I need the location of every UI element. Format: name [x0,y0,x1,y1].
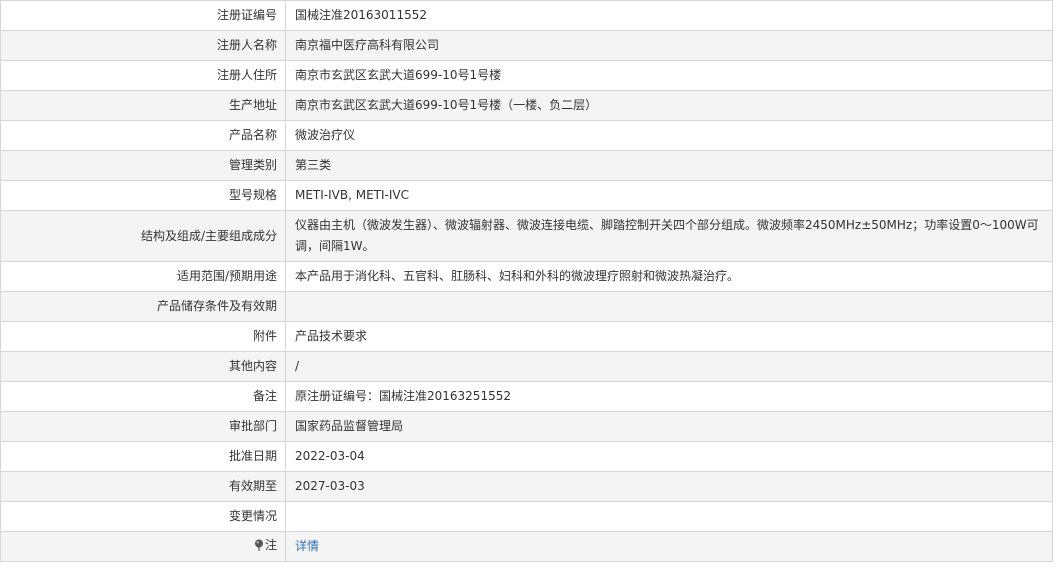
row-value: 南京市玄武区玄武大道699-10号1号楼 [285,60,1053,91]
table-row: 产品名称 微波治疗仪 [0,120,1053,151]
table-row: 注册证编号 国械注准20163011552 [0,0,1053,31]
registration-record-table: 注册证编号 国械注准20163011552 注册人名称 南京福中医疗高科有限公司… [0,0,1053,562]
pin-icon [254,539,263,552]
row-value: 产品技术要求 [285,321,1053,352]
row-label: 批准日期 [0,441,286,472]
row-label: 附件 [0,321,286,352]
row-label: 产品名称 [0,120,286,151]
table-row: 生产地址 南京市玄武区玄武大道699-10号1号楼（一楼、负二层） [0,90,1053,121]
table-row: 结构及组成/主要组成成分 仪器由主机（微波发生器）、微波辐射器、微波连接电缆、脚… [0,210,1053,262]
table-row: 注册人名称 南京福中医疗高科有限公司 [0,30,1053,61]
row-label: 注册证编号 [0,0,286,31]
note-label-cell: 注 [0,531,286,562]
table-row: 备注 原注册证编号：国械注准20163251552 [0,381,1053,412]
row-value [285,291,1053,322]
table-row: 其他内容 / [0,351,1053,382]
row-label: 注册人住所 [0,60,286,91]
row-label: 其他内容 [0,351,286,382]
details-link[interactable]: 详情 [295,539,319,553]
row-value: 仪器由主机（微波发生器）、微波辐射器、微波连接电缆、脚踏控制开关四个部分组成。微… [285,210,1053,262]
row-label: 审批部门 [0,411,286,442]
note-label: 注 [254,535,277,556]
table-row: 型号规格 METI-IVB, METI-IVC [0,180,1053,211]
row-value: 2027-03-03 [285,471,1053,502]
table-row: 附件 产品技术要求 [0,321,1053,352]
table-row: 适用范围/预期用途 本产品用于消化科、五官科、肛肠科、妇科和外科的微波理疗照射和… [0,261,1053,292]
row-value: METI-IVB, METI-IVC [285,180,1053,211]
row-label: 管理类别 [0,150,286,181]
row-value: 2022-03-04 [285,441,1053,472]
table-row: 批准日期 2022-03-04 [0,441,1053,472]
table-row: 变更情况 [0,501,1053,532]
row-label: 生产地址 [0,90,286,121]
row-value: 原注册证编号：国械注准20163251552 [285,381,1053,412]
note-label-text: 注 [264,537,277,552]
row-value: 国家药品监督管理局 [285,411,1053,442]
row-value: 南京福中医疗高科有限公司 [285,30,1053,61]
row-value: / [285,351,1053,382]
table-row: 注册人住所 南京市玄武区玄武大道699-10号1号楼 [0,60,1053,91]
row-value: 国械注准20163011552 [285,0,1053,31]
row-label: 有效期至 [0,471,286,502]
row-label: 型号规格 [0,180,286,211]
row-value: 南京市玄武区玄武大道699-10号1号楼（一楼、负二层） [285,90,1053,121]
note-value: 详情 [285,531,1053,562]
row-value: 第三类 [285,150,1053,181]
row-label: 产品储存条件及有效期 [0,291,286,322]
table-row: 产品储存条件及有效期 [0,291,1053,322]
row-label: 备注 [0,381,286,412]
table-row: 管理类别 第三类 [0,150,1053,181]
row-label: 结构及组成/主要组成成分 [0,210,286,262]
row-label: 注册人名称 [0,30,286,61]
note-row: 注 详情 [0,531,1053,562]
table-row: 审批部门 国家药品监督管理局 [0,411,1053,442]
row-label: 适用范围/预期用途 [0,261,286,292]
row-value [285,501,1053,532]
table-row: 有效期至 2027-03-03 [0,471,1053,502]
row-value: 本产品用于消化科、五官科、肛肠科、妇科和外科的微波理疗照射和微波热凝治疗。 [285,261,1053,292]
row-value: 微波治疗仪 [285,120,1053,151]
row-label: 变更情况 [0,501,286,532]
